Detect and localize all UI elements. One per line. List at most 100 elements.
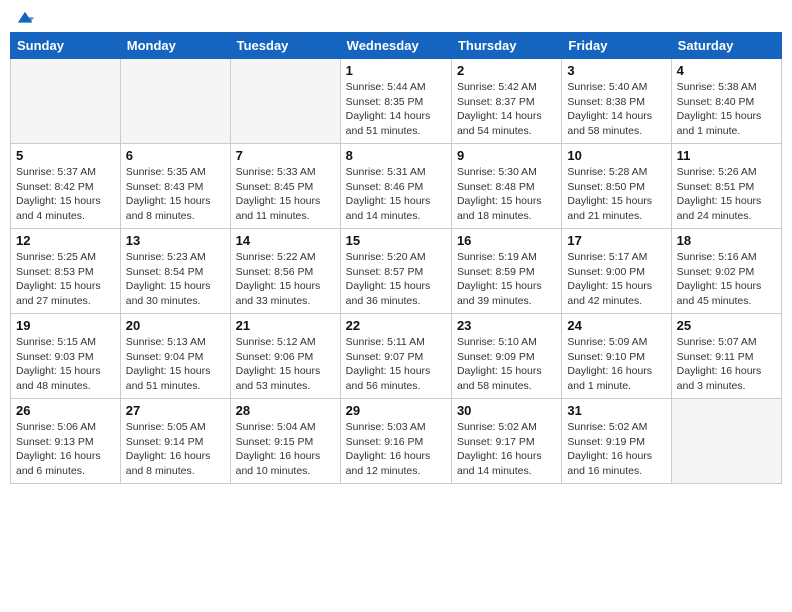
cell-content: Sunrise: 5:06 AM Sunset: 9:13 PM Dayligh… (16, 420, 115, 479)
day-number: 21 (236, 318, 335, 333)
calendar-header-row: SundayMondayTuesdayWednesdayThursdayFrid… (11, 33, 782, 59)
calendar-cell: 18Sunrise: 5:16 AM Sunset: 9:02 PM Dayli… (671, 229, 781, 314)
day-number: 7 (236, 148, 335, 163)
cell-content: Sunrise: 5:42 AM Sunset: 8:37 PM Dayligh… (457, 80, 556, 139)
calendar-cell: 3 Sunrise: 5:40 AM Sunset: 8:38 PM Daylig… (562, 59, 671, 144)
day-number: 19 (16, 318, 115, 333)
calendar-cell: 28 Sunrise: 5:04 AM Sunset: 9:15 PM Dayli… (230, 399, 340, 484)
calendar-cell: 13Sunrise: 5:23 AM Sunset: 8:54 PM Dayli… (120, 229, 230, 314)
calendar-cell: 5 Sunrise: 5:37 AM Sunset: 8:42 PM Daylig… (11, 144, 121, 229)
day-number: 26 (16, 403, 115, 418)
calendar-cell (11, 59, 121, 144)
calendar-cell: 23 Sunrise: 5:10 AM Sunset: 9:09 PM Dayli… (451, 314, 561, 399)
day-number: 28 (236, 403, 335, 418)
day-number: 1 (346, 63, 446, 78)
cell-content: Sunrise: 5:37 AM Sunset: 8:42 PM Dayligh… (16, 165, 115, 224)
day-number: 10 (567, 148, 665, 163)
cell-content: Sunrise: 5:09 AM Sunset: 9:10 PM Dayligh… (567, 335, 665, 394)
day-number: 18 (677, 233, 776, 248)
cell-content: Sunrise: 5:12 AM Sunset: 9:06 PM Dayligh… (236, 335, 335, 394)
cell-content: Sunrise: 5:07 AM Sunset: 9:11 PM Dayligh… (677, 335, 776, 394)
cell-content: Sunrise: 5:30 AM Sunset: 8:48 PM Dayligh… (457, 165, 556, 224)
day-number: 6 (126, 148, 225, 163)
cell-content: Sunrise: 5:40 AM Sunset: 8:38 PM Dayligh… (567, 80, 665, 139)
day-number: 29 (346, 403, 446, 418)
calendar-cell: 1 Sunrise: 5:44 AM Sunset: 8:35 PM Daylig… (340, 59, 451, 144)
day-number: 16 (457, 233, 556, 248)
column-header-monday: Monday (120, 33, 230, 59)
logo-icon (16, 10, 34, 28)
cell-content: Sunrise: 5:15 AM Sunset: 9:03 PM Dayligh… (16, 335, 115, 394)
cell-content: Sunrise: 5:35 AM Sunset: 8:43 PM Dayligh… (126, 165, 225, 224)
logo (14, 10, 34, 24)
calendar-cell: 11Sunrise: 5:26 AM Sunset: 8:51 PM Dayli… (671, 144, 781, 229)
cell-content: Sunrise: 5:04 AM Sunset: 9:15 PM Dayligh… (236, 420, 335, 479)
cell-content: Sunrise: 5:11 AM Sunset: 9:07 PM Dayligh… (346, 335, 446, 394)
week-row-3: 12 Sunrise: 5:25 AM Sunset: 8:53 PM Dayli… (11, 229, 782, 314)
calendar-cell: 22 Sunrise: 5:11 AM Sunset: 9:07 PM Dayli… (340, 314, 451, 399)
column-header-tuesday: Tuesday (230, 33, 340, 59)
day-number: 31 (567, 403, 665, 418)
cell-content: Sunrise: 5:17 AM Sunset: 9:00 PM Dayligh… (567, 250, 665, 309)
calendar-table: SundayMondayTuesdayWednesdayThursdayFrid… (10, 32, 782, 484)
day-number: 8 (346, 148, 446, 163)
cell-content: Sunrise: 5:28 AM Sunset: 8:50 PM Dayligh… (567, 165, 665, 224)
day-number: 4 (677, 63, 776, 78)
page-header (10, 10, 782, 24)
cell-content: Sunrise: 5:03 AM Sunset: 9:16 PM Dayligh… (346, 420, 446, 479)
cell-content: Sunrise: 5:02 AM Sunset: 9:19 PM Dayligh… (567, 420, 665, 479)
day-number: 3 (567, 63, 665, 78)
calendar-cell: 25 Sunrise: 5:07 AM Sunset: 9:11 PM Dayli… (671, 314, 781, 399)
cell-content: Sunrise: 5:33 AM Sunset: 8:45 PM Dayligh… (236, 165, 335, 224)
calendar-cell (671, 399, 781, 484)
day-number: 5 (16, 148, 115, 163)
day-number: 20 (126, 318, 225, 333)
week-row-1: 1 Sunrise: 5:44 AM Sunset: 8:35 PM Daylig… (11, 59, 782, 144)
column-header-sunday: Sunday (11, 33, 121, 59)
day-number: 22 (346, 318, 446, 333)
cell-content: Sunrise: 5:05 AM Sunset: 9:14 PM Dayligh… (126, 420, 225, 479)
week-row-5: 26 Sunrise: 5:06 AM Sunset: 9:13 PM Dayli… (11, 399, 782, 484)
calendar-cell: 21 Sunrise: 5:12 AM Sunset: 9:06 PM Dayli… (230, 314, 340, 399)
day-number: 24 (567, 318, 665, 333)
calendar-cell: 2 Sunrise: 5:42 AM Sunset: 8:37 PM Daylig… (451, 59, 561, 144)
day-number: 11 (677, 148, 776, 163)
calendar-cell: 16 Sunrise: 5:19 AM Sunset: 8:59 PM Dayli… (451, 229, 561, 314)
column-header-saturday: Saturday (671, 33, 781, 59)
calendar-cell: 24 Sunrise: 5:09 AM Sunset: 9:10 PM Dayli… (562, 314, 671, 399)
calendar-cell: 6 Sunrise: 5:35 AM Sunset: 8:43 PM Daylig… (120, 144, 230, 229)
day-number: 2 (457, 63, 556, 78)
cell-content: Sunrise: 5:10 AM Sunset: 9:09 PM Dayligh… (457, 335, 556, 394)
calendar-cell: 26 Sunrise: 5:06 AM Sunset: 9:13 PM Dayli… (11, 399, 121, 484)
cell-content: Sunrise: 5:38 AM Sunset: 8:40 PM Dayligh… (677, 80, 776, 139)
cell-content: Sunrise: 5:44 AM Sunset: 8:35 PM Dayligh… (346, 80, 446, 139)
cell-content: Sunrise: 5:22 AM Sunset: 8:56 PM Dayligh… (236, 250, 335, 309)
calendar-cell: 15Sunrise: 5:20 AM Sunset: 8:57 PM Dayli… (340, 229, 451, 314)
day-number: 30 (457, 403, 556, 418)
calendar-cell: 4 Sunrise: 5:38 AM Sunset: 8:40 PM Daylig… (671, 59, 781, 144)
day-number: 12 (16, 233, 115, 248)
calendar-cell: 31 Sunrise: 5:02 AM Sunset: 9:19 PM Dayli… (562, 399, 671, 484)
cell-content: Sunrise: 5:02 AM Sunset: 9:17 PM Dayligh… (457, 420, 556, 479)
column-header-wednesday: Wednesday (340, 33, 451, 59)
calendar-cell: 14Sunrise: 5:22 AM Sunset: 8:56 PM Dayli… (230, 229, 340, 314)
calendar-cell: 12 Sunrise: 5:25 AM Sunset: 8:53 PM Dayli… (11, 229, 121, 314)
calendar-cell: 9Sunrise: 5:30 AM Sunset: 8:48 PM Daylig… (451, 144, 561, 229)
calendar-cell: 7 Sunrise: 5:33 AM Sunset: 8:45 PM Daylig… (230, 144, 340, 229)
calendar-cell (120, 59, 230, 144)
day-number: 13 (126, 233, 225, 248)
cell-content: Sunrise: 5:13 AM Sunset: 9:04 PM Dayligh… (126, 335, 225, 394)
cell-content: Sunrise: 5:19 AM Sunset: 8:59 PM Dayligh… (457, 250, 556, 309)
calendar-cell: 20 Sunrise: 5:13 AM Sunset: 9:04 PM Dayli… (120, 314, 230, 399)
column-header-thursday: Thursday (451, 33, 561, 59)
calendar-cell (230, 59, 340, 144)
cell-content: Sunrise: 5:25 AM Sunset: 8:53 PM Dayligh… (16, 250, 115, 309)
calendar-cell: 8Sunrise: 5:31 AM Sunset: 8:46 PM Daylig… (340, 144, 451, 229)
day-number: 25 (677, 318, 776, 333)
week-row-2: 5 Sunrise: 5:37 AM Sunset: 8:42 PM Daylig… (11, 144, 782, 229)
week-row-4: 19 Sunrise: 5:15 AM Sunset: 9:03 PM Dayli… (11, 314, 782, 399)
cell-content: Sunrise: 5:20 AM Sunset: 8:57 PM Dayligh… (346, 250, 446, 309)
calendar-cell: 30 Sunrise: 5:02 AM Sunset: 9:17 PM Dayli… (451, 399, 561, 484)
column-header-friday: Friday (562, 33, 671, 59)
day-number: 23 (457, 318, 556, 333)
